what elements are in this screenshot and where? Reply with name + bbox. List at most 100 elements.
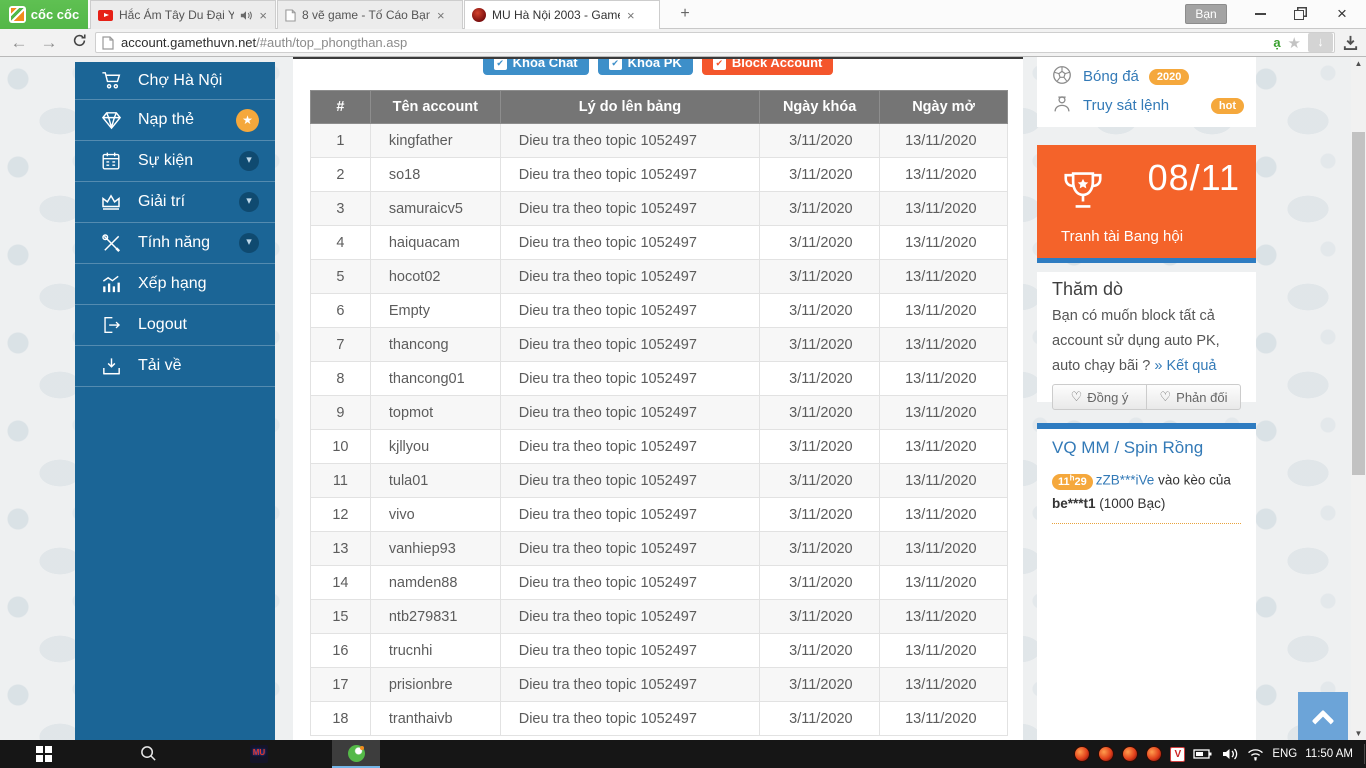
clock[interactable]: 11:50 AM xyxy=(1305,748,1353,760)
sidebar-item[interactable]: Giải trí ▾ xyxy=(75,182,275,223)
chart-icon xyxy=(99,272,123,296)
browser-scrollbar[interactable]: ▲ ▼ xyxy=(1351,57,1366,740)
tab-close-icon[interactable]: × xyxy=(436,9,446,22)
browser-tab[interactable]: MU Hà Nội 2003 - Gameth× xyxy=(464,0,660,29)
speaker-icon[interactable] xyxy=(1221,747,1239,761)
account-name: thancong xyxy=(370,328,500,362)
poll-result-link[interactable]: » Kết quả xyxy=(1154,358,1216,374)
table-row: 5hocot02Dieu tra theo topic 10524973/11/… xyxy=(311,260,1008,294)
scroll-to-top-button[interactable] xyxy=(1298,692,1348,740)
taskbar-search-button[interactable] xyxy=(140,745,157,767)
sidebar-item[interactable]: Chợ Hà Nội xyxy=(75,62,275,100)
bookmark-star-icon[interactable]: ★ xyxy=(1288,34,1301,52)
chevron-down-icon[interactable]: ▾ xyxy=(239,151,259,171)
heart-icon: ♡ xyxy=(1071,389,1083,405)
downloads-button[interactable] xyxy=(1342,34,1359,56)
block-reason: Dieu tra theo topic 1052497 xyxy=(500,668,759,702)
vietnamese-typing-icon[interactable]: ạ xyxy=(1273,35,1280,50)
chevron-down-icon[interactable]: ▾ xyxy=(239,192,259,212)
profile-button[interactable]: Bạn xyxy=(1185,4,1227,24)
unlock-date: 13/11/2020 xyxy=(880,362,1008,396)
start-button[interactable] xyxy=(36,746,52,762)
spin-title[interactable]: VQ MM / Spin Rồng xyxy=(1052,438,1241,458)
spin-entry: 11h29zZB***iVe vào kèo của be***t1 (1000… xyxy=(1052,467,1241,524)
scrollbar-up-arrow[interactable]: ▲ xyxy=(1351,59,1366,68)
lock-date: 3/11/2020 xyxy=(760,430,880,464)
block-reason: Dieu tra theo topic 1052497 xyxy=(500,702,759,736)
browser-tab[interactable]: Hắc Ám Tây Du Đại Yêu× xyxy=(90,0,276,29)
system-tray: V ENG 11:50 AM xyxy=(1074,740,1365,768)
account-name: so18 xyxy=(370,158,500,192)
table-row: 9topmotDieu tra theo topic 10524973/11/2… xyxy=(311,396,1008,430)
unlock-date: 13/11/2020 xyxy=(880,328,1008,362)
agree-button[interactable]: ♡ Đồng ý xyxy=(1052,384,1147,410)
browser-tab[interactable]: 8 vẽ game - Tố Cáo Bạn Th× xyxy=(277,0,463,29)
sidebar-item[interactable]: Nạp thẻ★ xyxy=(75,100,275,141)
spin-user-link[interactable]: zZB***iVe xyxy=(1096,473,1155,488)
khoa-pk-button[interactable]: ✔ Khóa PK xyxy=(598,59,693,75)
gem-icon xyxy=(99,108,123,132)
agree-label: Đồng ý xyxy=(1087,390,1128,405)
back-button[interactable]: ← xyxy=(6,31,32,55)
sidebar-item[interactable]: Tính năng▾ xyxy=(75,223,275,264)
unlock-date: 13/11/2020 xyxy=(880,634,1008,668)
chevron-down-icon[interactable]: ▾ xyxy=(239,233,259,253)
sidebar-item[interactable]: Sự kiện▾ xyxy=(75,141,275,182)
row-index: 17 xyxy=(311,668,371,702)
block-reason: Dieu tra theo topic 1052497 xyxy=(500,328,759,362)
language-indicator[interactable]: ENG xyxy=(1272,748,1297,760)
coccoc-taskbar-button[interactable] xyxy=(332,740,380,768)
table-row: 7thancongDieu tra theo topic 10524973/11… xyxy=(311,328,1008,362)
mu-game-taskbar-icon[interactable]: MU xyxy=(250,745,268,763)
disagree-button[interactable]: ♡Phản đối xyxy=(1146,384,1241,410)
lock-date: 3/11/2020 xyxy=(760,702,880,736)
show-desktop-strip[interactable] xyxy=(1364,744,1365,764)
checkbox-icon: ✔ xyxy=(494,59,507,70)
unlock-date: 13/11/2020 xyxy=(880,566,1008,600)
table-header-cell: Ngày khóa xyxy=(760,91,880,124)
block-account-button[interactable]: ✔ Block Account xyxy=(702,59,834,75)
mu-tray-icon[interactable] xyxy=(1074,746,1090,762)
sidebar-item[interactable]: Xếp hạng xyxy=(75,264,275,305)
row-index: 18 xyxy=(311,702,371,736)
maximize-button[interactable] xyxy=(1280,0,1320,28)
reload-button[interactable] xyxy=(66,31,92,55)
battery-icon[interactable] xyxy=(1193,748,1213,760)
moderation-actions: ✔ Khóa Chat ✔ Khóa PK ✔ Block Account xyxy=(293,59,1023,75)
url-bar[interactable]: account.gamethuvn.net/#auth/top_phongtha… xyxy=(95,32,1335,53)
coccoc-logo[interactable]: cốc cốc xyxy=(0,0,88,29)
vietkey-tray-icon[interactable]: V xyxy=(1170,747,1185,762)
table-row: 3samuraicv5Dieu tra theo topic 10524973/… xyxy=(311,192,1008,226)
page-download-button[interactable]: ↓ xyxy=(1308,33,1333,52)
mu-tray-icon[interactable] xyxy=(1146,746,1162,762)
sidebar-item-label: Giải trí xyxy=(138,193,185,211)
row-index: 12 xyxy=(311,498,371,532)
forward-button[interactable]: → xyxy=(36,31,62,55)
table-row: 15ntb279831Dieu tra theo topic 10524973/… xyxy=(311,600,1008,634)
mu-tray-icon[interactable] xyxy=(1122,746,1138,762)
wifi-icon[interactable] xyxy=(1247,748,1264,761)
scrollbar-down-arrow[interactable]: ▼ xyxy=(1351,729,1366,738)
account-name: prisionbre xyxy=(370,668,500,702)
mu-site-icon xyxy=(472,8,486,22)
sidebar-item[interactable]: Tải về xyxy=(75,346,275,387)
event-card[interactable]: 08/11 Tranh tài Bang hội xyxy=(1037,145,1256,263)
scrollbar-thumb[interactable] xyxy=(1352,132,1365,475)
close-button[interactable]: × xyxy=(1322,0,1362,28)
table-row: 6EmptyDieu tra theo topic 10524973/11/20… xyxy=(311,294,1008,328)
khoa-chat-button[interactable]: ✔ Khóa Chat xyxy=(483,59,589,75)
block-reason: Dieu tra theo topic 1052497 xyxy=(500,192,759,226)
quick-link[interactable]: Bóng đá2020 xyxy=(1051,62,1244,91)
account-name: haiquacam xyxy=(370,226,500,260)
tab-close-icon[interactable]: × xyxy=(626,9,636,22)
crown-icon xyxy=(99,190,123,214)
new-tab-button[interactable]: + xyxy=(672,4,698,25)
tab-audio-icon[interactable] xyxy=(240,10,252,21)
mu-tray-icon[interactable] xyxy=(1098,746,1114,762)
tab-close-icon[interactable]: × xyxy=(258,9,268,22)
sidebar-item[interactable]: Logout xyxy=(75,305,275,346)
quick-link[interactable]: Truy sát lệnhhot xyxy=(1051,91,1244,120)
account-name: tranthaivb xyxy=(370,702,500,736)
minimize-button[interactable] xyxy=(1240,0,1280,28)
url-path: /#auth/top_phongthan.asp xyxy=(256,35,407,50)
